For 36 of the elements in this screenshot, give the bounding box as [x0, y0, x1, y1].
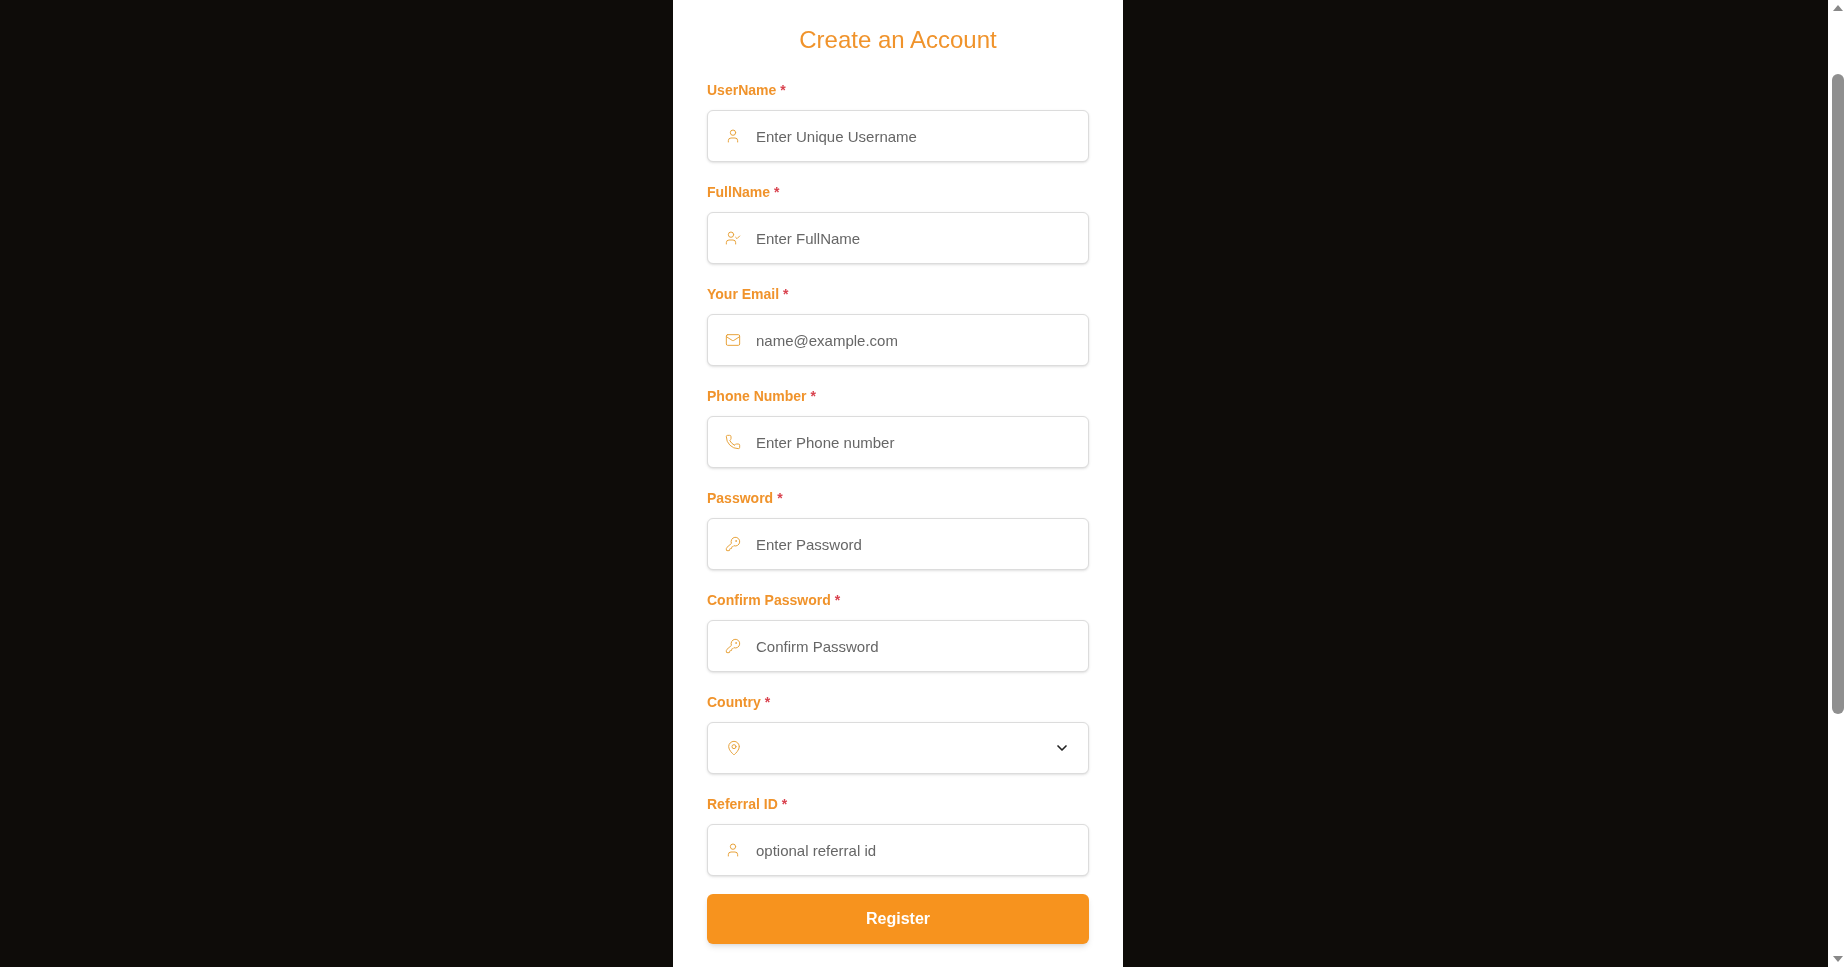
field-label: UserName	[707, 81, 777, 100]
key-icon	[725, 638, 741, 654]
field-label: Country	[707, 693, 761, 712]
user-icon	[725, 842, 741, 858]
key-icon	[725, 536, 741, 552]
map-pin-icon	[726, 740, 742, 756]
user-check-icon	[725, 230, 741, 246]
field-label: Password	[707, 489, 774, 508]
required-asterisk: *	[780, 81, 786, 100]
required-asterisk: *	[783, 285, 789, 304]
field-label: FullName	[707, 183, 770, 202]
scroll-up-arrow-icon[interactable]	[1833, 4, 1843, 12]
required-asterisk: *	[781, 795, 788, 814]
field-label: Confirm Password	[707, 591, 831, 610]
field-label: Your Email	[707, 285, 780, 304]
form-title: Create an Account	[798, 25, 998, 55]
input-field[interactable]: Enter Password	[707, 518, 1089, 570]
required-asterisk: *	[774, 183, 780, 202]
field-label: Phone Number	[707, 387, 807, 406]
input-field[interactable]: Enter FullName	[707, 212, 1089, 264]
required-asterisk: *	[777, 489, 783, 508]
phone-icon	[725, 434, 741, 450]
input-field[interactable]: name@example.com	[707, 314, 1089, 366]
mail-icon	[725, 332, 741, 348]
input-field[interactable]: optional referral id	[707, 824, 1089, 876]
field-label: Referral ID	[707, 795, 778, 814]
required-asterisk: *	[810, 387, 817, 406]
scrollbar-thumb[interactable]	[1832, 73, 1844, 714]
required-asterisk: *	[764, 693, 771, 712]
required-asterisk: *	[834, 591, 841, 610]
input-field[interactable]: Enter Phone number	[707, 416, 1089, 468]
user-icon	[725, 128, 741, 144]
input-field[interactable]: Confirm Password	[707, 620, 1089, 672]
input-field[interactable]: Enter Unique Username	[707, 110, 1089, 162]
register-button[interactable]: Register	[707, 894, 1089, 944]
scroll-down-arrow-icon[interactable]	[1833, 955, 1843, 963]
